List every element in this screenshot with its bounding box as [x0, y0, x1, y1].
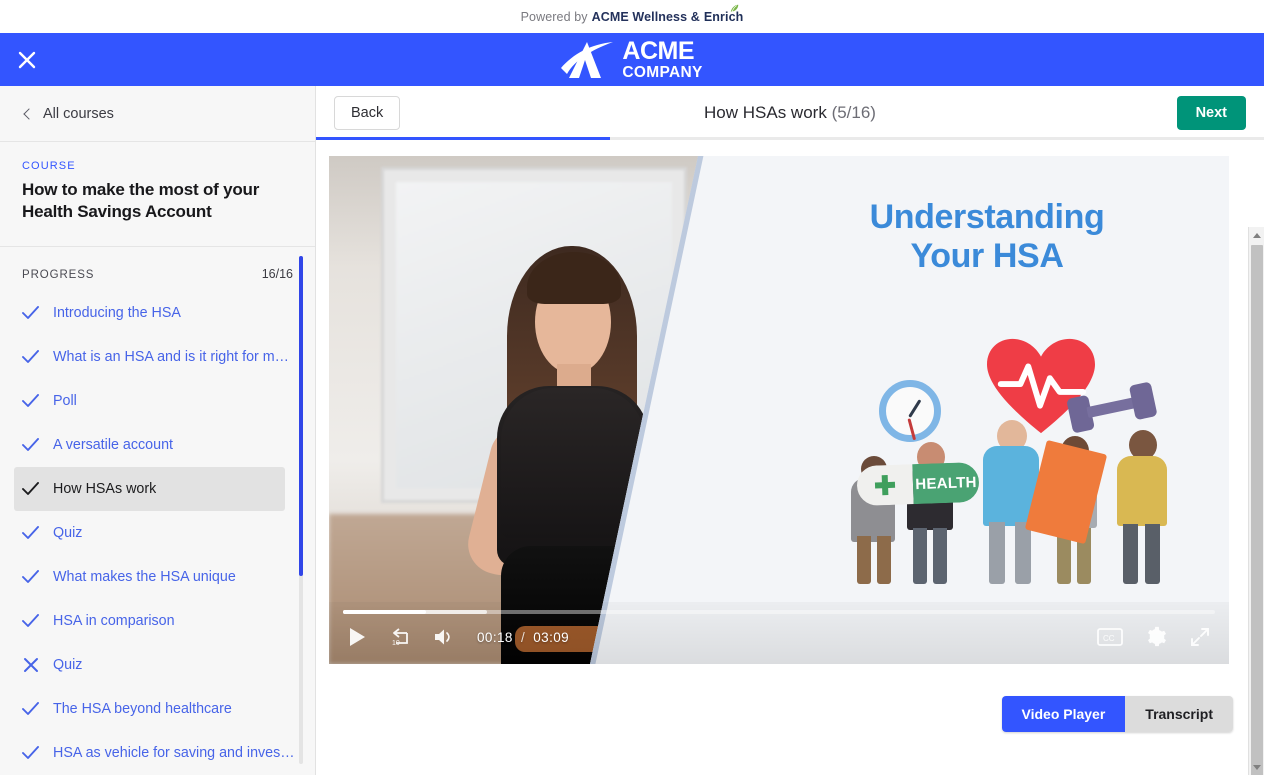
- lesson-label: HSA as vehicle for saving and inves…: [53, 744, 293, 761]
- check-icon: [22, 569, 39, 584]
- main-panel: Back How HSAs work (5/16) Next Understan…: [316, 86, 1264, 775]
- replay-10-icon[interactable]: 10: [389, 626, 411, 648]
- check-icon: [22, 437, 39, 452]
- view-mode-tabs: Video Player Transcript: [1001, 696, 1233, 732]
- brand-name-line2: COMPANY: [622, 63, 703, 81]
- lesson-item[interactable]: HSA in comparison: [0, 599, 315, 643]
- lesson-label: What makes the HSA unique: [53, 568, 236, 585]
- lesson-item[interactable]: HSA as vehicle for saving and inves…: [0, 731, 315, 775]
- lesson-label: Introducing the HSA: [53, 304, 181, 321]
- sidebar-scrollbar-thumb[interactable]: [299, 256, 303, 576]
- course-title: How to make the most of your Health Savi…: [22, 180, 260, 222]
- lesson-item[interactable]: The HSA beyond healthcare: [0, 687, 315, 731]
- lesson-title: How HSAs work: [704, 103, 827, 122]
- lesson-item[interactable]: Poll: [0, 379, 315, 423]
- lesson-label: Quiz: [53, 524, 83, 541]
- progress-header: PROGRESS 16/16: [0, 247, 315, 285]
- volume-icon[interactable]: [433, 627, 455, 647]
- brand-bar: ACME COMPANY: [0, 33, 1264, 86]
- all-courses-link[interactable]: All courses: [0, 86, 315, 142]
- slide-title-line1: Understanding: [869, 198, 1105, 236]
- lesson-item[interactable]: Introducing the HSA: [0, 291, 315, 335]
- progress-label: PROGRESS: [22, 268, 95, 281]
- view-tab[interactable]: Transcript: [1125, 696, 1233, 732]
- lesson-label: A versatile account: [53, 436, 174, 453]
- svg-text:10: 10: [392, 640, 400, 647]
- video-controls: 10 00:18 / 03:09 CC: [329, 602, 1229, 664]
- content-shell: All courses COURSE How to make the most …: [0, 86, 1264, 775]
- slide-illustration: HEALTH: [839, 328, 1229, 588]
- lesson-item[interactable]: A versatile account: [0, 423, 315, 467]
- leaf-icon: [730, 4, 739, 12]
- lesson-item[interactable]: What is an HSA and is it right for m…: [0, 335, 315, 379]
- acme-swoosh-icon: [561, 41, 614, 78]
- all-courses-label: All courses: [43, 105, 114, 122]
- lesson-toolbar: Back How HSAs work (5/16) Next: [316, 86, 1264, 140]
- course-kicker: COURSE: [22, 160, 76, 172]
- lesson-item[interactable]: How HSAs work: [14, 466, 285, 511]
- medical-cross-icon: [875, 475, 896, 496]
- check-icon: [22, 745, 39, 760]
- scroll-up-icon[interactable]: [1249, 227, 1264, 243]
- lesson-label: Quiz: [53, 656, 83, 673]
- powered-by-strip: Powered by ACME Wellness & Enrich: [0, 0, 1264, 33]
- view-tab[interactable]: Video Player: [1001, 696, 1126, 732]
- lesson-counter: (5/16): [831, 103, 876, 122]
- video-played: [343, 610, 426, 614]
- check-icon: [22, 613, 39, 628]
- close-icon[interactable]: [12, 45, 42, 75]
- check-icon: [22, 305, 39, 320]
- page-title: How HSAs work (5/16): [316, 103, 1264, 123]
- scroll-down-icon[interactable]: [1249, 759, 1264, 775]
- total-duration: 03:09: [533, 629, 570, 645]
- check-icon: [22, 701, 39, 716]
- gear-icon[interactable]: [1145, 626, 1167, 648]
- powered-by-partner: Enrich: [704, 4, 744, 24]
- course-sidebar: All courses COURSE How to make the most …: [0, 86, 316, 775]
- lesson-label: The HSA beyond healthcare: [53, 700, 232, 717]
- play-icon[interactable]: [347, 627, 367, 647]
- course-header: COURSE How to make the most of your Heal…: [0, 142, 315, 247]
- check-icon: [22, 525, 39, 540]
- slide-title: Understanding Your HSA: [797, 198, 1177, 277]
- svg-text:CC: CC: [1103, 634, 1115, 643]
- video-stage: Understanding Your HSA HEALTH 10 00:18 /…: [316, 140, 1264, 775]
- lesson-label: HSA in comparison: [53, 612, 175, 629]
- lesson-list: Introducing the HSA What is an HSA and is…: [0, 285, 315, 775]
- page-scrollbar-thumb[interactable]: [1251, 245, 1263, 775]
- check-icon: [22, 481, 39, 496]
- check-icon: [22, 349, 39, 364]
- powered-by-prefix: Powered by: [520, 9, 588, 24]
- chevron-left-icon: [23, 107, 35, 120]
- person-5: [1111, 424, 1173, 584]
- current-time: 00:18: [477, 629, 513, 645]
- acme-logo: ACME COMPANY: [561, 38, 702, 82]
- lesson-label: Poll: [53, 392, 77, 409]
- back-button[interactable]: Back: [334, 96, 401, 130]
- health-pill-label: HEALTH: [912, 461, 980, 505]
- slide-title-line2: Your HSA: [910, 237, 1064, 276]
- lesson-label: How HSAs work: [53, 480, 157, 497]
- fullscreen-icon[interactable]: [1189, 626, 1211, 648]
- video-seek-bar[interactable]: [343, 610, 1215, 614]
- health-pill-icon: HEALTH: [856, 461, 980, 507]
- check-icon: [22, 393, 39, 408]
- lesson-label: What is an HSA and is it right for m…: [53, 348, 289, 365]
- time-separator: /: [520, 629, 526, 645]
- captions-icon[interactable]: CC: [1097, 627, 1123, 647]
- powered-by-brand: ACME Wellness &: [591, 9, 700, 24]
- video-time: 00:18 / 03:09: [477, 630, 569, 645]
- page-scrollbar[interactable]: [1248, 227, 1264, 775]
- clock-icon: [879, 380, 941, 442]
- lesson-item[interactable]: Quiz: [0, 643, 315, 687]
- progress-count: 16/16: [261, 266, 293, 281]
- failed-icon: [22, 657, 39, 673]
- brand-name-line1: ACME: [622, 36, 695, 65]
- next-button[interactable]: Next: [1176, 96, 1246, 130]
- lesson-item[interactable]: Quiz: [0, 511, 315, 555]
- lesson-item[interactable]: What makes the HSA unique: [0, 555, 315, 599]
- video-player[interactable]: Understanding Your HSA HEALTH 10 00:18 /…: [329, 156, 1229, 664]
